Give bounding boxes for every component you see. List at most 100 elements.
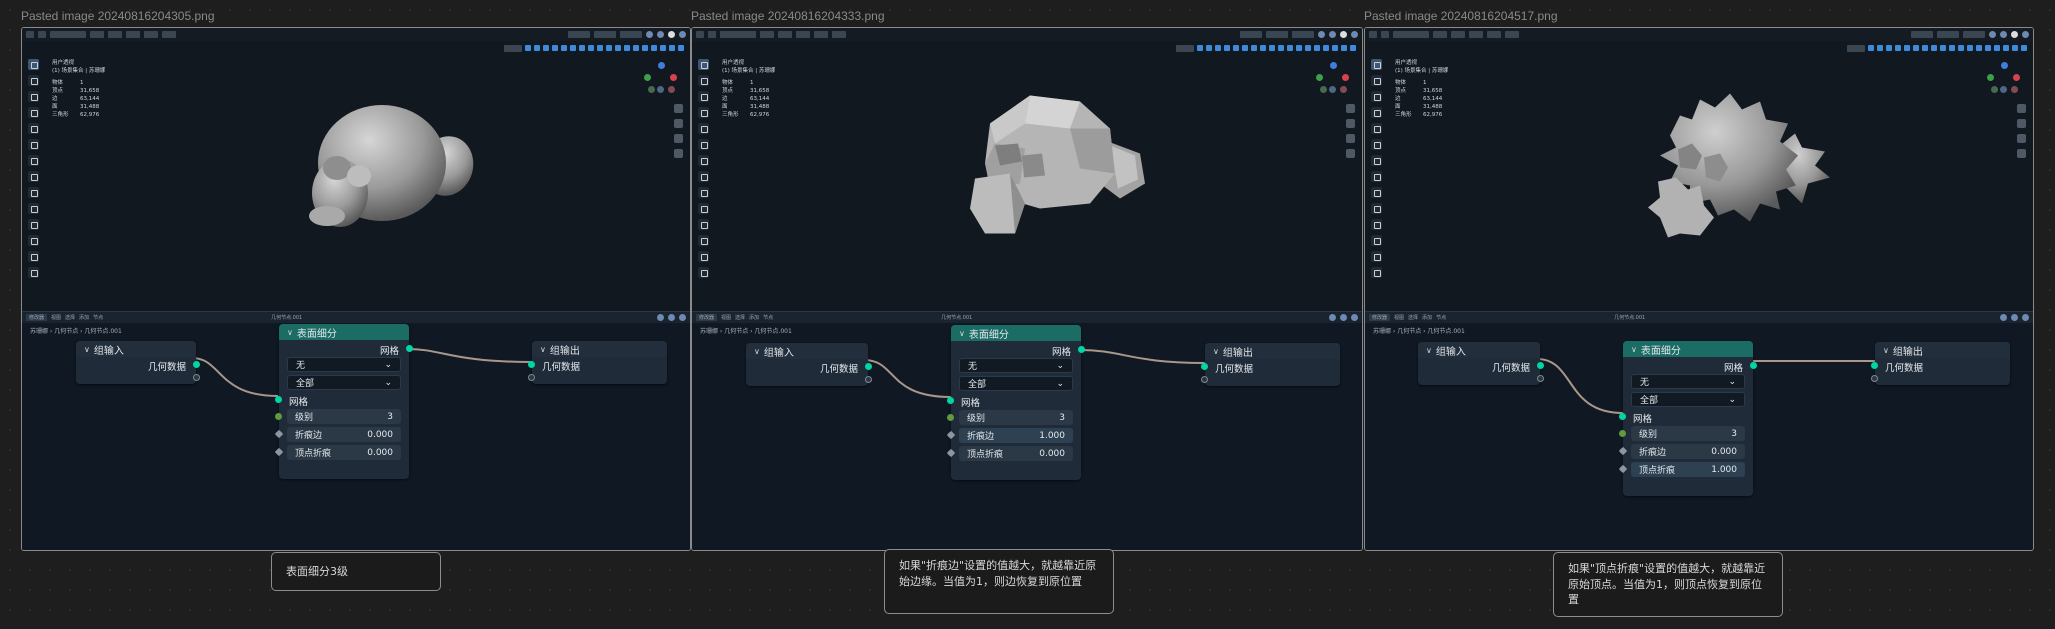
vertex-crease-socket[interactable] (274, 447, 284, 457)
editor-type-menu[interactable]: 修改器 (696, 314, 718, 321)
mesh-output-socket[interactable] (406, 345, 413, 352)
inset-tool-icon[interactable] (28, 219, 39, 230)
vertex-crease-field[interactable]: 顶点折痕 1.000 (1631, 462, 1745, 477)
extrude-tool-icon[interactable] (28, 203, 39, 214)
subdivision-surface-node[interactable]: ∨ 表面细分 网格 无 ⌄ 全部 ⌄ 网格 级别 3 折痕边 0.000 顶点折痕 1.00… (1618, 341, 1757, 496)
group-output-node[interactable]: ∨ 组输出 几何数据 (1201, 343, 1340, 386)
loop-cut-tool-icon[interactable] (28, 251, 39, 262)
3d-viewport[interactable]: 用户透视 (1) 场景集合 | 苏珊娜 物体 1 顶点 31,658 边 63,144… (692, 28, 1362, 311)
group-output-node[interactable]: ∨ 组输出 几何数据 (528, 341, 667, 384)
select-tool-icon[interactable] (698, 59, 709, 70)
menu-node[interactable]: 节点 (763, 314, 773, 321)
navigation-gizmo[interactable] (644, 62, 678, 96)
nodegroup-name[interactable]: 几何节点.001 (271, 314, 302, 321)
mesh-input-socket[interactable] (947, 397, 954, 404)
geometry-input-socket[interactable] (1871, 362, 1878, 369)
navigation-gizmo[interactable] (1316, 62, 1350, 96)
mesh-output-socket[interactable] (1078, 346, 1085, 353)
geometry-input-socket[interactable] (1201, 363, 1208, 370)
move-tool-icon[interactable] (1371, 91, 1382, 102)
rotate-tool-icon[interactable] (28, 107, 39, 118)
note-vertex-crease[interactable]: 如果"顶点折痕"设置的值越大，就越靠近原始顶点。当值为1，则顶点恢复到原位置 (1553, 552, 1783, 617)
camera-icon[interactable] (674, 134, 683, 143)
scale-tool-icon[interactable] (28, 123, 39, 134)
group-input-node[interactable]: ∨ 组输入 几何数据 (746, 343, 872, 386)
annotate-tool-icon[interactable] (698, 155, 709, 166)
boundary-smooth-dropdown[interactable]: 全部 ⌄ (959, 376, 1073, 391)
nodegroup-name[interactable]: 几何节点.001 (941, 314, 972, 321)
mesh-output-socket[interactable] (1750, 362, 1757, 369)
node-editor[interactable]: 修改器 视图 选择 添加 节点 几何节点.001 苏珊娜 › 几何节点 › 几何… (1365, 311, 2033, 550)
inset-tool-icon[interactable] (1371, 219, 1382, 230)
vertex-crease-socket[interactable] (1618, 464, 1628, 474)
group-input-node[interactable]: ∨ 组输入 几何数据 (1418, 342, 1544, 385)
geometry-output-socket[interactable] (1537, 362, 1544, 369)
camera-icon[interactable] (2017, 134, 2026, 143)
mesh-input-socket[interactable] (1619, 413, 1626, 420)
edge-crease-socket[interactable] (946, 430, 956, 440)
empty-input-socket[interactable] (1871, 375, 1878, 382)
inset-tool-icon[interactable] (698, 219, 709, 230)
node-editor[interactable]: 修改器 视图 选择 添加 节点 几何节点.001 苏珊娜 › 几何节点 › 几何… (22, 311, 690, 550)
boundary-smooth-dropdown[interactable]: 全部 ⌄ (1631, 392, 1745, 407)
bevel-tool-icon[interactable] (28, 235, 39, 246)
menu-select[interactable]: 选择 (735, 314, 745, 321)
mesh-input-socket[interactable] (275, 396, 282, 403)
menu-node[interactable]: 节点 (93, 314, 103, 321)
extrude-tool-icon[interactable] (698, 203, 709, 214)
add-cube-tool-icon[interactable] (28, 187, 39, 198)
edge-crease-socket[interactable] (1618, 446, 1628, 456)
bevel-tool-icon[interactable] (698, 235, 709, 246)
menu-add[interactable]: 添加 (79, 314, 89, 321)
select-tool-icon[interactable] (28, 59, 39, 70)
3d-viewport[interactable]: 用户透视 (1) 场景集合 | 苏珊娜 物体 1 顶点 31,658 边 63,144… (1365, 28, 2033, 311)
level-field[interactable]: 级别 3 (287, 409, 401, 424)
empty-input-socket[interactable] (1201, 376, 1208, 383)
zoom-icon[interactable] (674, 104, 683, 113)
vertex-crease-field[interactable]: 顶点折痕 0.000 (959, 446, 1073, 461)
pan-icon[interactable] (2017, 119, 2026, 128)
empty-output-socket[interactable] (865, 376, 872, 383)
edge-crease-field[interactable]: 折痕边 1.000 (959, 428, 1073, 443)
zoom-icon[interactable] (2017, 104, 2026, 113)
menu-select[interactable]: 选择 (1408, 314, 1418, 321)
level-socket[interactable] (1619, 430, 1626, 437)
group-output-node[interactable]: ∨ 组输出 几何数据 (1871, 342, 2010, 385)
camera-icon[interactable] (1346, 134, 1355, 143)
transform-tool-icon[interactable] (698, 139, 709, 150)
rotate-tool-icon[interactable] (1371, 107, 1382, 118)
edge-crease-field[interactable]: 折痕边 0.000 (1631, 444, 1745, 459)
3d-viewport[interactable]: 用户透视 (1) 场景集合 | 苏珊娜 物体 1 顶点 31,658 边 63,144… (22, 28, 690, 311)
grid-icon[interactable] (1346, 149, 1355, 158)
measure-tool-icon[interactable] (1371, 171, 1382, 182)
knife-tool-icon[interactable] (1371, 267, 1382, 278)
loop-cut-tool-icon[interactable] (1371, 251, 1382, 262)
node-editor[interactable]: 修改器 视图 选择 添加 节点 几何节点.001 苏珊娜 › 几何节点 › 几何… (692, 311, 1362, 550)
menu-select[interactable]: 选择 (65, 314, 75, 321)
note-edge-crease[interactable]: 如果"折痕边"设置的值越大，就越靠近原始边缘。当值为1，则边恢复到原位置 (884, 549, 1114, 614)
add-cube-tool-icon[interactable] (1371, 187, 1382, 198)
uv-smooth-dropdown[interactable]: 无 ⌄ (1631, 374, 1745, 389)
rotate-tool-icon[interactable] (698, 107, 709, 118)
measure-tool-icon[interactable] (28, 171, 39, 182)
level-socket[interactable] (947, 414, 954, 421)
menu-view[interactable]: 视图 (51, 314, 61, 321)
group-input-node[interactable]: ∨ 组输入 几何数据 (76, 341, 200, 384)
menu-node[interactable]: 节点 (1436, 314, 1446, 321)
bevel-tool-icon[interactable] (1371, 235, 1382, 246)
pan-icon[interactable] (674, 119, 683, 128)
editor-type-menu[interactable]: 修改器 (1369, 314, 1391, 321)
cursor-tool-icon[interactable] (1371, 75, 1382, 86)
transform-tool-icon[interactable] (28, 139, 39, 150)
scale-tool-icon[interactable] (1371, 123, 1382, 134)
measure-tool-icon[interactable] (698, 171, 709, 182)
cursor-tool-icon[interactable] (28, 75, 39, 86)
menu-add[interactable]: 添加 (749, 314, 759, 321)
move-tool-icon[interactable] (28, 91, 39, 102)
annotate-tool-icon[interactable] (1371, 155, 1382, 166)
level-field[interactable]: 级别 3 (1631, 426, 1745, 441)
editor-type-menu[interactable]: 修改器 (26, 314, 48, 321)
loop-cut-tool-icon[interactable] (698, 251, 709, 262)
geometry-output-socket[interactable] (193, 361, 200, 368)
subdivision-surface-node[interactable]: ∨ 表面细分 网格 无 ⌄ 全部 ⌄ 网格 级别 3 折痕边 1.000 顶点折痕 0.00… (946, 325, 1085, 480)
